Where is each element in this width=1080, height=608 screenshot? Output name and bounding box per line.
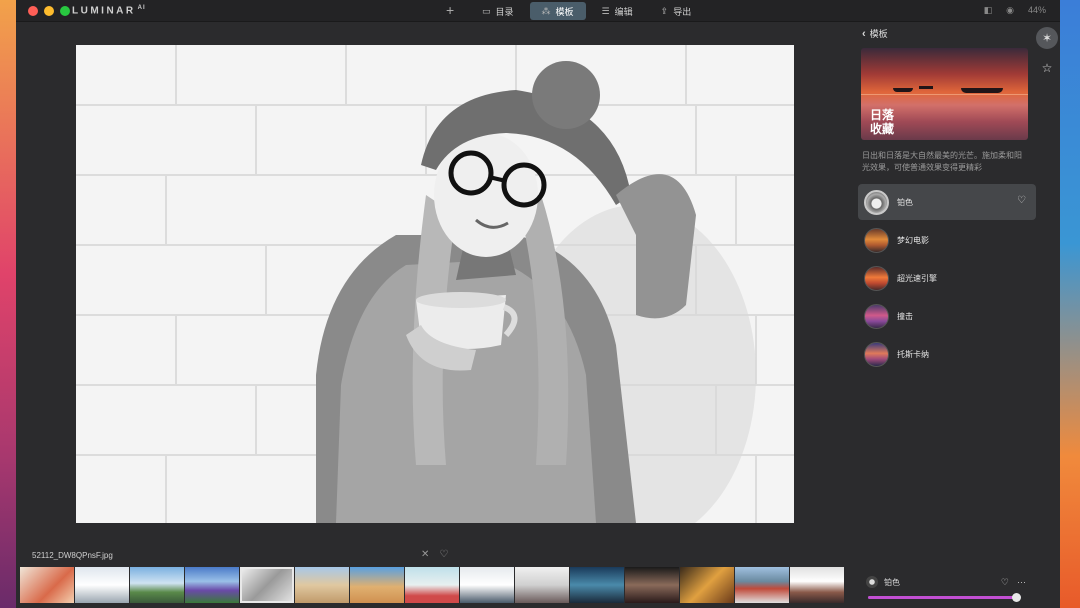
magic-wand-icon: ✶ (1041, 31, 1053, 45)
filmstrip-thumbnail[interactable] (350, 567, 404, 603)
collection-banner: 日落 收藏 (861, 48, 1028, 140)
filmstrip-thumbnail[interactable] (240, 567, 294, 603)
boat-shape (893, 88, 913, 92)
current-filename: 52112_DW8QPnsF.jpg (32, 551, 113, 560)
slider-fill (868, 596, 1017, 599)
filmstrip-thumbnail[interactable] (295, 567, 349, 603)
add-photos-button[interactable]: + (446, 2, 454, 18)
heart-icon[interactable]: ♡ (1017, 195, 1026, 206)
preset-thumbnail (864, 189, 889, 215)
zoom-window-button[interactable] (60, 6, 70, 16)
filmstrip[interactable] (20, 567, 850, 603)
filmstrip-thumbnail[interactable] (625, 567, 679, 603)
preset-amount-slider[interactable] (868, 593, 1021, 602)
compare-icon[interactable]: ◧ (984, 5, 993, 16)
preset-thumbnail (864, 341, 889, 367)
folder-icon: ▭ (482, 5, 491, 16)
sliders-icon: ☰ (601, 5, 610, 16)
star-icon: ☆ (1041, 61, 1053, 75)
plus-icon: + (446, 2, 455, 18)
heart-icon[interactable]: ♡ (1001, 577, 1009, 588)
tab-export[interactable]: ⇪ 导出 (649, 2, 704, 20)
share-icon: ⇪ (660, 5, 669, 16)
filmstrip-thumbnail[interactable] (75, 567, 129, 603)
tab-edit[interactable]: ☰ 编辑 (590, 2, 645, 20)
active-preset-bar: 铂色 ♡ ··· (866, 576, 1026, 588)
app-window: LUMINARAI + ▭ 目录 ⁂ 模板 ☰ 编辑 ⇪ 导出 ◧ ◉ 44% (16, 0, 1060, 608)
minimize-window-button[interactable] (44, 6, 54, 16)
filmstrip-thumbnail[interactable] (460, 567, 514, 603)
preset-thumbnail (864, 227, 889, 253)
preset-actions: ♡ ··· (1001, 577, 1026, 588)
slider-handle[interactable] (1011, 593, 1021, 602)
boat-shape (961, 88, 1003, 93)
filmstrip-thumbnail[interactable] (515, 567, 569, 603)
back-button[interactable]: ‹ 模板 (858, 27, 1036, 40)
collection-title: 日落 收藏 (870, 108, 895, 136)
reject-icon[interactable]: ✕ (421, 549, 429, 560)
templates-panel: ‹ 模板 日落 收藏 日出和日落是大自然最美的光芒。施加柔和阳光效果，可使普通效… (858, 27, 1036, 547)
photo-image (76, 45, 794, 523)
tab-catalog[interactable]: ▭ 目录 (470, 2, 526, 20)
boat-shape (919, 86, 933, 89)
filmstrip-thumbnail[interactable] (680, 567, 734, 603)
preset-thumbnail (864, 265, 889, 291)
app-logo: LUMINAR AI (72, 5, 146, 17)
preset-list: 铂色 ♡ 梦幻电影 超光速引擎 撞击 托斯卡纳 (858, 184, 1036, 372)
mode-tabs: ▭ 目录 ⁂ 模板 ☰ 编辑 ⇪ 导出 (470, 2, 703, 20)
filmstrip-actions: ✕ ♡ (421, 549, 448, 560)
filmstrip-thumbnail[interactable] (185, 567, 239, 603)
horizon-line (861, 94, 1028, 95)
filmstrip-thumbnail[interactable] (735, 567, 789, 603)
eye-icon[interactable]: ◉ (1006, 5, 1014, 16)
filmstrip-thumbnail[interactable] (570, 567, 624, 603)
title-bar: LUMINAR AI + ▭ 目录 ⁂ 模板 ☰ 编辑 ⇪ 导出 ◧ ◉ 44% (16, 0, 1060, 22)
preset-item[interactable]: 梦幻电影 (858, 222, 1036, 258)
window-controls (28, 6, 70, 16)
preset-item[interactable]: 铂色 ♡ (858, 184, 1036, 220)
view-controls: ◧ ◉ 44% (984, 5, 1046, 16)
chevron-left-icon: ‹ (862, 27, 866, 40)
preset-thumbnail (864, 303, 889, 329)
photo-canvas[interactable] (76, 45, 794, 523)
more-icon[interactable]: ··· (1017, 577, 1026, 588)
templates-tool-button[interactable]: ✶ (1036, 27, 1058, 49)
filmstrip-thumbnail[interactable] (405, 567, 459, 603)
preset-thumbnail (866, 576, 878, 588)
collection-description: 日出和日落是大自然最美的光芒。施加柔和阳光效果，可使普通效果变得更精彩 (862, 151, 1022, 172)
zoom-level[interactable]: 44% (1028, 5, 1046, 16)
magic-wand-icon: ⁂ (541, 5, 551, 16)
favorites-tool-button[interactable]: ☆ (1036, 57, 1058, 79)
heart-icon[interactable]: ♡ (439, 549, 448, 560)
filmstrip-thumbnail[interactable] (790, 567, 844, 603)
close-window-button[interactable] (28, 6, 38, 16)
preset-item[interactable]: 托斯卡纳 (858, 336, 1036, 372)
filmstrip-thumbnail[interactable] (130, 567, 184, 603)
tab-templates[interactable]: ⁂ 模板 (529, 2, 586, 20)
preset-item[interactable]: 撞击 (858, 298, 1036, 334)
side-toolbar: ✶ ☆ (1036, 27, 1058, 79)
preset-item[interactable]: 超光速引擎 (858, 260, 1036, 296)
filmstrip-thumbnail[interactable] (20, 567, 74, 603)
